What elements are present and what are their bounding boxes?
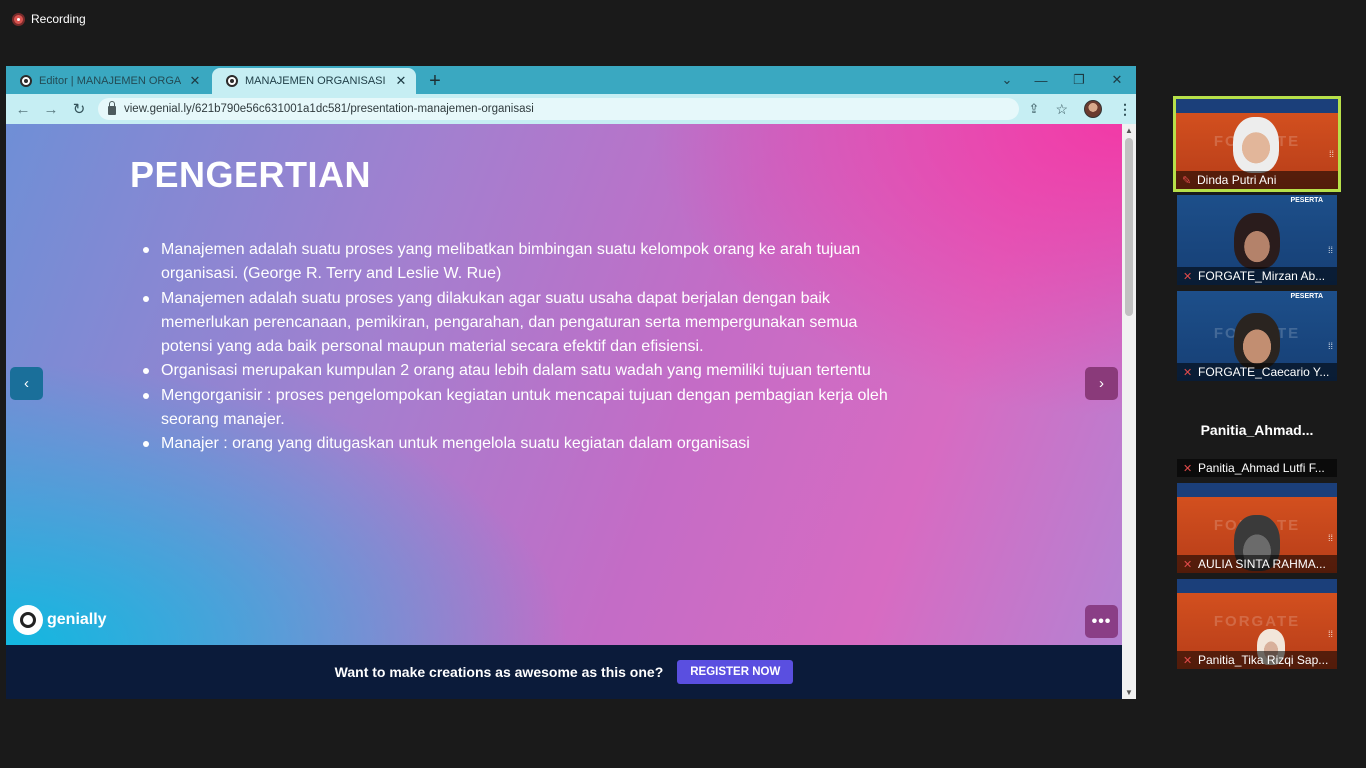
participant-name: FORGATE_Mirzan Ab...: [1198, 269, 1326, 283]
participant-name: FORGATE_Caecario Y...: [1198, 365, 1330, 379]
tab-title: MANAJEMEN ORGANISASI by Di: [245, 75, 387, 87]
close-window-icon[interactable]: ✕: [1098, 72, 1136, 88]
next-slide-button[interactable]: ›: [1085, 367, 1118, 400]
minimize-icon[interactable]: —: [1022, 73, 1060, 88]
bullet-list: Manajemen adalah suatu proses yang melib…: [143, 238, 903, 457]
drag-grip-icon[interactable]: ⁞⁞: [1328, 342, 1333, 351]
close-tab-icon[interactable]: ✕: [394, 73, 408, 89]
participant-name: Panitia_Ahmad Lutfi F...: [1198, 461, 1325, 475]
drag-grip-icon[interactable]: ⁞⁞: [1328, 630, 1333, 639]
promo-banner: Want to make creations as awesome as thi…: [6, 645, 1122, 699]
participant-name-bar: ✕ Panitia_Ahmad Lutfi F...: [1177, 459, 1337, 477]
participant-tile[interactable]: Panitia_Ahmad... ✕ Panitia_Ahmad Lutfi F…: [1177, 387, 1337, 477]
restore-icon[interactable]: ❐: [1060, 72, 1098, 88]
profile-avatar[interactable]: [1084, 100, 1102, 118]
genially-logo[interactable]: genially: [13, 605, 107, 635]
recording-indicator: Recording: [12, 12, 86, 26]
browser-window: Editor | MANAJEMEN ORGANISA ✕ MANAJEMEN …: [6, 66, 1136, 699]
tab-search-chevron-icon[interactable]: ⌄: [992, 72, 1022, 88]
participant-name-bar: ✕ Panitia_Tika Rizqi Sap...: [1177, 651, 1337, 669]
genially-logo-icon: [13, 605, 43, 635]
genially-favicon-icon: [20, 75, 32, 87]
participant-video: [1234, 213, 1280, 269]
mic-muted-icon: ✕: [1183, 654, 1193, 667]
bullet-item: Manajer : orang yang ditugaskan untuk me…: [143, 432, 903, 456]
participant-badge: PESERTA: [1290, 293, 1323, 300]
forward-arrow-icon[interactable]: →: [42, 101, 60, 118]
participant-tile[interactable]: FORGATE ✕ AULIA SINTA RAHMA... ⁞⁞: [1177, 483, 1337, 573]
chevron-left-icon: ‹: [24, 375, 29, 392]
tab-title: Editor | MANAJEMEN ORGANISA: [39, 75, 181, 87]
window-controls: ⌄ — ❐ ✕: [992, 66, 1136, 94]
presentation-slide: PENGERTIAN Manajemen adalah suatu proses…: [6, 124, 1122, 645]
bullet-item: Organisasi merupakan kumpulan 2 orang at…: [143, 359, 903, 383]
bullet-item: Manajemen adalah suatu proses yang melib…: [143, 238, 903, 287]
scroll-down-arrow-icon[interactable]: ▼: [1122, 688, 1136, 697]
bullet-item: Mengorganisir : proses pengelompokan keg…: [143, 384, 903, 433]
url-field[interactable]: view.genial.ly/621b790e56c631001a1dc581/…: [98, 98, 1019, 120]
participant-badge: PESERTA: [1290, 197, 1323, 204]
vertical-scrollbar[interactable]: ▲ ▼: [1122, 124, 1136, 699]
participant-name: Panitia_Tika Rizqi Sap...: [1198, 653, 1329, 667]
page-viewport: PENGERTIAN Manajemen adalah suatu proses…: [6, 124, 1122, 699]
mic-muted-icon: ✕: [1183, 366, 1193, 379]
more-options-button[interactable]: •••: [1085, 605, 1118, 638]
scroll-thumb[interactable]: [1125, 138, 1133, 316]
record-icon: [12, 12, 25, 26]
participant-name-bar: ✎ Dinda Putri Ani: [1176, 171, 1338, 189]
address-bar: ← → ↻ view.genial.ly/621b790e56c631001a1…: [6, 94, 1136, 124]
share-icon[interactable]: ⇪: [1029, 101, 1040, 117]
participant-name-bar: ✕ FORGATE_Mirzan Ab...: [1177, 267, 1337, 285]
genially-favicon-icon: [226, 75, 238, 87]
mic-muted-icon: ✕: [1183, 270, 1193, 283]
tile-watermark: FORGATE: [1213, 613, 1301, 630]
participant-tile[interactable]: PESERTA ✕ FORGATE_Mirzan Ab... ⁞⁞: [1177, 195, 1337, 285]
browser-menu-icon[interactable]: ⋮: [1118, 101, 1132, 118]
participant-video: [1233, 117, 1279, 173]
tab-presentation[interactable]: MANAJEMEN ORGANISASI by Di ✕: [212, 68, 416, 94]
chevron-right-icon: ›: [1099, 375, 1104, 392]
recording-label: Recording: [31, 12, 86, 26]
tab-strip: Editor | MANAJEMEN ORGANISA ✕ MANAJEMEN …: [6, 66, 1136, 94]
scroll-up-arrow-icon[interactable]: ▲: [1122, 126, 1136, 135]
slide-title: PENGERTIAN: [130, 154, 372, 195]
previous-slide-button[interactable]: ‹: [10, 367, 43, 400]
back-arrow-icon[interactable]: ←: [14, 101, 32, 118]
participant-video: [1234, 313, 1280, 369]
lock-icon[interactable]: [108, 101, 116, 115]
pin-icon: ✎: [1182, 174, 1192, 187]
more-dots-icon: •••: [1091, 612, 1112, 630]
bookmark-star-icon[interactable]: ☆: [1055, 101, 1068, 118]
participant-tile[interactable]: PESERTA FORGATE ✕ FORGATE_Caecario Y... …: [1177, 291, 1337, 381]
url-text: view.genial.ly/621b790e56c631001a1dc581/…: [124, 103, 534, 115]
new-tab-button[interactable]: +: [420, 68, 450, 94]
participant-name: Dinda Putri Ani: [1197, 173, 1277, 187]
participant-name: AULIA SINTA RAHMA...: [1198, 557, 1326, 571]
promo-text: Want to make creations as awesome as thi…: [334, 664, 664, 680]
participant-tile[interactable]: FORGATE ✕ Panitia_Tika Rizqi Sap... ⁞⁞: [1177, 579, 1337, 669]
mic-muted-icon: ✕: [1183, 462, 1193, 475]
drag-grip-icon[interactable]: ⁞⁞: [1328, 534, 1333, 543]
genially-wordmark: genially: [47, 611, 107, 628]
bullet-item: Manajemen adalah suatu proses yang dilak…: [143, 287, 903, 360]
drag-grip-icon[interactable]: ⁞⁞: [1328, 246, 1333, 255]
participant-tile[interactable]: FORGATE ✎ Dinda Putri Ani ⁞⁞: [1173, 96, 1341, 192]
drag-grip-icon[interactable]: ⁞⁞: [1329, 150, 1334, 159]
mic-muted-icon: ✕: [1183, 558, 1193, 571]
tab-editor[interactable]: Editor | MANAJEMEN ORGANISA ✕: [6, 68, 210, 94]
reload-icon[interactable]: ↻: [70, 100, 88, 118]
participant-display-name: Panitia_Ahmad...: [1200, 422, 1314, 438]
participant-name-bar: ✕ AULIA SINTA RAHMA...: [1177, 555, 1337, 573]
participant-name-bar: ✕ FORGATE_Caecario Y...: [1177, 363, 1337, 381]
close-tab-icon[interactable]: ✕: [188, 73, 202, 89]
register-now-button[interactable]: REGISTER NOW: [677, 660, 794, 684]
